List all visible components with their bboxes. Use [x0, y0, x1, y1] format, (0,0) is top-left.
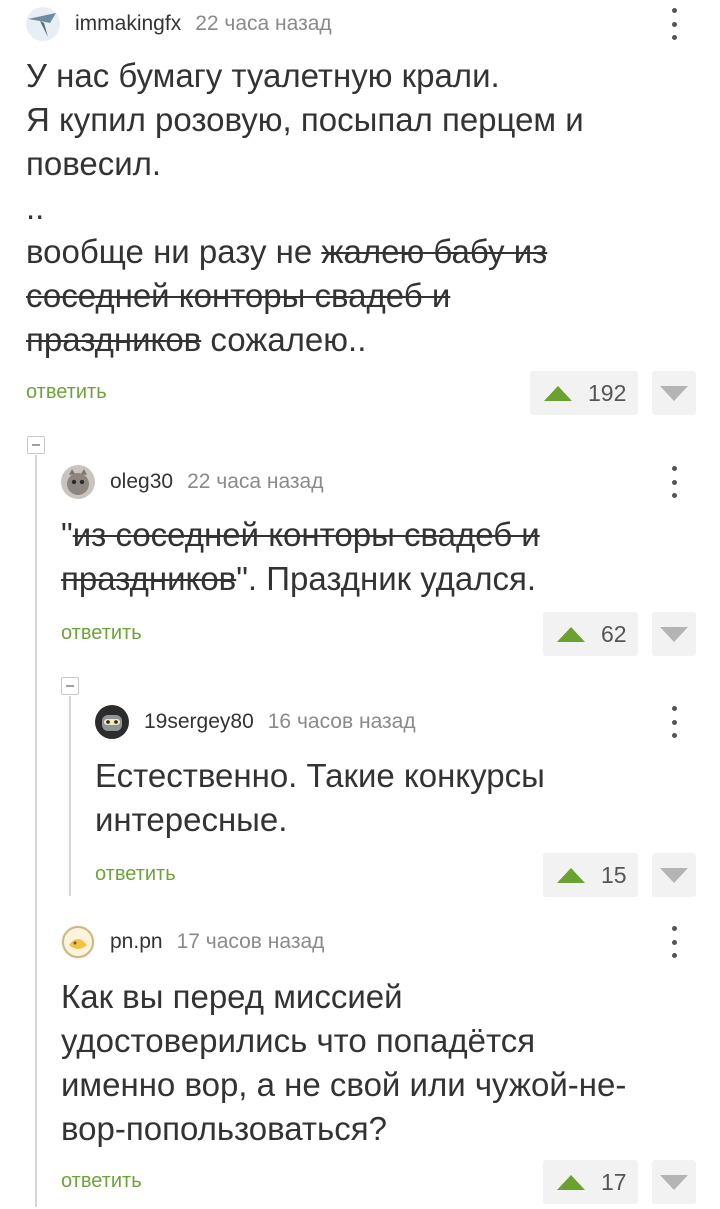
triangle-up-icon	[557, 867, 585, 883]
comment-text-line: вообще ни разу не жалею бабу из	[26, 233, 548, 270]
strikethrough-text: соседней конторы свадеб и	[26, 277, 451, 314]
kebab-menu-icon[interactable]	[664, 926, 684, 958]
reply-button[interactable]: ответить	[95, 863, 176, 886]
comment-body: "из соседней конторы свадеб и праздников…	[61, 513, 691, 601]
comment-text-line: У нас бумагу туалетную крали.	[26, 57, 500, 94]
avatar[interactable]	[95, 705, 129, 739]
comment-text-line: интересные.	[95, 801, 288, 838]
triangle-up-icon	[544, 385, 572, 401]
vote-count: 17	[601, 1168, 627, 1195]
triangle-down-icon	[660, 626, 688, 642]
comment-header: immakingfx 22 часа назад	[26, 4, 332, 44]
author-name[interactable]: oleg30	[110, 470, 173, 494]
author-name[interactable]: immakingfx	[75, 12, 181, 36]
author-name[interactable]: 19sergey80	[144, 710, 254, 734]
downvote-button[interactable]	[652, 371, 696, 415]
comment-text-line: праздников". Праздник удался.	[61, 560, 537, 597]
comment-text-line: Как вы перед миссией	[61, 978, 403, 1015]
comment-text-line: удостоверились что попадётся	[61, 1022, 536, 1059]
upvote-button[interactable]: 62	[543, 612, 638, 656]
triangle-down-icon	[660, 1174, 688, 1190]
kebab-menu-icon[interactable]	[664, 706, 684, 738]
downvote-button[interactable]	[652, 612, 696, 656]
comment-text-line: вор-попользоваться?	[61, 1110, 387, 1147]
avatar[interactable]	[61, 465, 95, 499]
timestamp: 22 часа назад	[187, 470, 324, 493]
kebab-menu-icon[interactable]	[664, 8, 684, 40]
comment-body: У нас бумагу туалетную крали. Я купил ро…	[26, 54, 686, 362]
comment-header: oleg30 22 часа назад	[61, 462, 324, 502]
comment-header: pn.pn 17 часов назад	[61, 922, 324, 962]
triangle-down-icon	[660, 867, 688, 883]
comment-header: 19sergey80 16 часов назад	[95, 702, 416, 742]
comment-text-line: Я купил розовую, посыпал перцем и	[26, 101, 584, 138]
reply-button[interactable]: ответить	[61, 1170, 142, 1193]
thread-line	[35, 455, 37, 1207]
kebab-menu-icon[interactable]	[664, 466, 684, 498]
thread-line	[69, 696, 71, 896]
collapse-thread-button[interactable]	[61, 677, 79, 695]
triangle-up-icon	[557, 626, 585, 642]
comment-text-line: праздников сожалею..	[26, 321, 367, 358]
collapse-thread-button[interactable]	[27, 436, 45, 454]
timestamp: 16 часов назад	[267, 710, 416, 733]
downvote-button[interactable]	[652, 853, 696, 897]
triangle-up-icon	[557, 1174, 585, 1190]
author-name[interactable]: pn.pn	[110, 930, 163, 954]
comment-body: Как вы перед миссией удостоверились что …	[61, 975, 701, 1151]
timestamp: 17 часов назад	[176, 930, 325, 953]
avatar[interactable]	[26, 7, 60, 41]
reply-button[interactable]: ответить	[61, 622, 142, 645]
vote-count: 15	[601, 861, 627, 888]
avatar[interactable]	[61, 925, 95, 959]
upvote-button[interactable]: 17	[543, 1160, 638, 1204]
upvote-button[interactable]: 15	[543, 853, 638, 897]
vote-count: 62	[601, 620, 627, 647]
comment-body: Естественно. Такие конкурсы интересные.	[95, 754, 685, 842]
triangle-down-icon	[660, 385, 688, 401]
upvote-button[interactable]: 192	[530, 371, 638, 415]
reply-button[interactable]: ответить	[26, 381, 107, 404]
comment-text-line: повесил.	[26, 145, 162, 182]
downvote-button[interactable]	[652, 1160, 696, 1204]
vote-count: 192	[588, 379, 627, 406]
timestamp: 22 часа назад	[195, 12, 332, 35]
comment-text-line: именно вор, а не свой или чужой-не-	[61, 1066, 627, 1103]
comment-text-line: ..	[26, 189, 45, 226]
comment-text-line: "из соседней конторы свадеб и	[61, 516, 540, 553]
comment-text-line: Естественно. Такие конкурсы	[95, 757, 545, 794]
